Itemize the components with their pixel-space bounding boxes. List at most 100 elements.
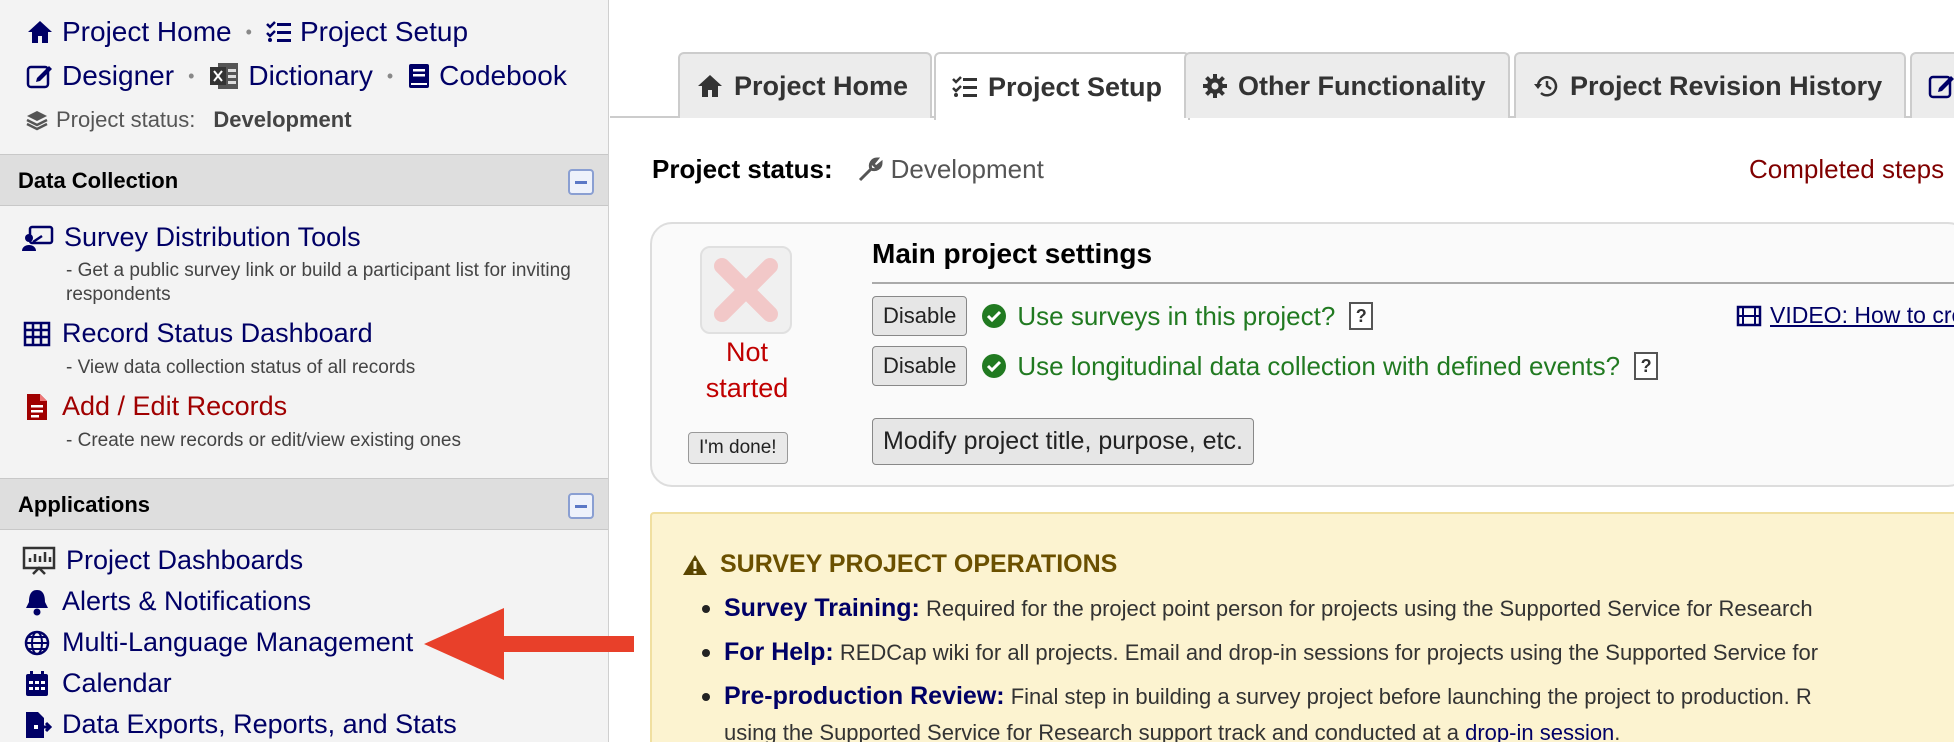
wrench-icon [857,156,883,183]
checklist-icon [952,75,978,99]
tab-project-home[interactable]: Project Home [678,52,932,118]
sidebar-item-multi-language[interactable]: Multi-Language Management [22,627,413,658]
nav-row-2: Designer • Dictionary • Codebook [26,60,567,92]
drop-in-session-link[interactable]: drop-in session [1465,720,1614,742]
sidebar-item-add-edit-records[interactable]: Add / Edit Records [22,391,287,422]
project-status-row: Project status: Development [652,154,1044,185]
dashboard-icon [22,546,56,576]
disable-surveys-button[interactable]: Disable [872,296,968,336]
tab-label: Other Functionality [1238,70,1486,101]
project-home-link[interactable]: Project Home [26,16,232,48]
not-started-x-icon [700,246,792,334]
excel-file-icon [208,61,240,91]
designer-link[interactable]: Designer [26,60,174,92]
gear-icon [1202,73,1228,99]
sidebar-item-alerts-notifications[interactable]: Alerts & Notifications [22,586,311,617]
globe-icon [22,629,52,657]
bell-icon [22,588,52,616]
grid-table-icon [22,321,52,347]
sidebar-item-label: Record Status Dashboard [62,318,373,348]
calendar-icon [22,670,52,698]
sidebar-item-label: Multi-Language Management [62,627,414,657]
nav-row-1: Project Home • Project Setup [26,16,468,48]
list-item-text: REDCap wiki for all projects. Email and … [833,640,1819,665]
edit-icon [1928,72,1954,100]
sidebar-item-label: Project Dashboards [66,545,304,575]
option-surveys-row: Disable Use surveys in this project? ? [872,296,1374,336]
continuation-text: using the Supported Service for Research… [724,720,1466,742]
project-home-label: Project Home [62,16,232,47]
check-circle-icon [981,303,1007,329]
pre-production-review-link[interactable]: Pre-production Review: [724,682,1005,710]
modify-project-button[interactable]: Modify project title, purpose, etc. [872,418,1254,465]
codebook-link[interactable]: Codebook [407,60,567,92]
add-edit-desc: - Create new records or edit/view existi… [66,430,461,451]
sidebar-item-record-status-dashboard[interactable]: Record Status Dashboard [22,318,373,349]
survey-ops-title: SURVEY PROJECT OPERATIONS [682,550,1117,579]
layers-icon [26,109,48,131]
history-icon [1532,73,1560,99]
survey-distribution-desc: - Get a public survey link or build a pa… [66,260,571,305]
sidebar-item-survey-distribution[interactable]: Survey Distribution Tools [22,222,361,253]
tab-project-setup[interactable]: Project Setup [934,52,1190,120]
divider [872,282,1954,284]
project-status-value-wrap: Development [857,154,1044,185]
project-setup-label: Project Setup [299,16,469,47]
option-surveys: Use surveys in this project? [981,301,1335,332]
separator-dot: • [386,65,394,86]
sidebar-item-label: Alerts & Notifications [62,586,312,616]
video-link-label: VIDEO: How to create [1770,302,1954,328]
survey-training-link[interactable]: Survey Training: [724,594,920,622]
data-collection-header: Data Collection [0,154,608,206]
record-status-desc: - View data collection status of all rec… [66,357,416,378]
sidebar-item-label: Survey Distribution Tools [64,222,361,252]
check-circle-icon [981,353,1007,379]
project-setup-link[interactable]: Project Setup [266,16,468,48]
tab-project-revision-history[interactable]: Project Revision History [1514,52,1906,118]
separator-dot: • [245,21,252,42]
sidebar-item-project-dashboards[interactable]: Project Dashboards [22,545,303,576]
completed-steps: Completed steps [1749,154,1945,184]
status-label: Project status: [56,107,196,132]
sidebar-item-label: Add / Edit Records [62,391,288,421]
tab-bar: Project Home Project Setup Other Functio… [610,52,1954,120]
help-surveys-icon[interactable]: ? [1349,302,1374,330]
tab-label: Project Setup [988,71,1163,102]
tab-partial-edit[interactable] [1910,52,1954,118]
sidebar-item-data-exports[interactable]: Data Exports, Reports, and Stats [22,709,457,740]
tab-label: Project Home [734,70,909,101]
disable-longitudinal-button[interactable]: Disable [872,346,968,386]
dictionary-label: Dictionary [248,60,373,91]
separator-dot: • [188,65,195,86]
option-surveys-label: Use surveys in this project? [1017,300,1336,331]
edit-icon [26,62,54,90]
sidebar-item-calendar[interactable]: Calendar [22,668,172,699]
main-content: Project Home Project Setup Other Functio… [610,0,1954,742]
file-export-icon [22,710,52,740]
sidebar-item-label: Calendar [62,668,172,698]
collapse-applications-button[interactable] [568,493,594,519]
option-longitudinal-label: Use longitudinal data collection with de… [1017,350,1621,381]
video-link[interactable]: VIDEO: How to create [1736,302,1954,329]
main-settings-box: Not started I'm done! Main project setti… [650,222,1954,487]
list-item-text: Final step in building a survey project … [1004,684,1812,709]
option-longitudinal-row: Disable Use longitudinal data collection… [872,346,1659,386]
project-status-value: Development [890,154,1044,184]
list-item-continuation: using the Supported Service for Research… [724,720,1620,742]
survey-distribution-icon [22,224,54,252]
for-help-link[interactable]: For Help: [724,638,834,666]
list-item: For Help: REDCap wiki for all projects. … [701,638,1819,667]
book-icon [407,62,431,90]
applications-header: Applications [0,478,608,530]
list-item-text: Required for the project point person fo… [919,596,1813,621]
tab-other-functionality[interactable]: Other Functionality [1184,52,1510,118]
collapse-data-collection-button[interactable] [568,169,594,195]
annotation-arrow-icon [424,606,636,687]
help-longitudinal-icon[interactable]: ? [1634,352,1659,380]
film-icon [1736,305,1762,327]
dictionary-link[interactable]: Dictionary [208,60,373,92]
survey-ops-box: SURVEY PROJECT OPERATIONS Survey Trainin… [650,512,1954,742]
im-done-button[interactable]: I'm done! [688,432,788,464]
codebook-label: Codebook [439,60,567,91]
data-collection-title: Data Collection [18,168,179,193]
